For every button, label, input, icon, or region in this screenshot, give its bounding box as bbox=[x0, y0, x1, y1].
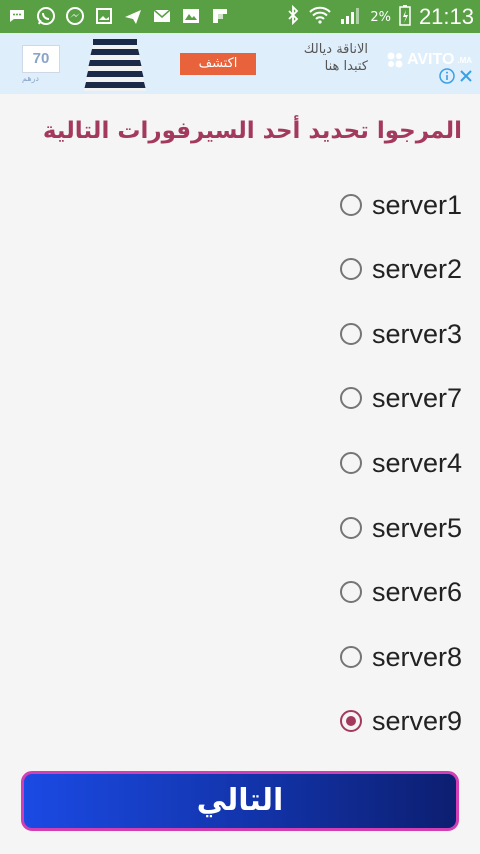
status-bar: 2% 21:13 bbox=[0, 0, 480, 33]
ad-brand-suffix: .MA bbox=[457, 55, 473, 65]
ad-close-icon[interactable] bbox=[458, 68, 474, 88]
radio-label[interactable]: server8 bbox=[372, 642, 462, 673]
radio-server7[interactable]: server7 bbox=[340, 366, 480, 430]
bluetooth-icon bbox=[286, 4, 300, 29]
ad-currency: درهم bbox=[22, 74, 39, 83]
image-icon bbox=[93, 5, 115, 27]
ad-info-icon[interactable] bbox=[439, 68, 455, 88]
radio-button-icon[interactable] bbox=[340, 452, 362, 474]
radio-label[interactable]: server5 bbox=[372, 513, 462, 544]
radio-button-icon[interactable] bbox=[340, 581, 362, 603]
radio-button-icon[interactable] bbox=[340, 387, 362, 409]
radio-label[interactable]: server3 bbox=[372, 319, 462, 350]
radio-label[interactable]: server2 bbox=[372, 254, 462, 285]
messenger-icon bbox=[64, 5, 86, 27]
radio-button-checked-icon[interactable] bbox=[340, 710, 362, 732]
airplane-icon bbox=[122, 5, 144, 27]
gallery-icon bbox=[180, 5, 202, 27]
radio-button-icon[interactable] bbox=[340, 194, 362, 216]
ad-brand-name: AVITO bbox=[407, 51, 455, 68]
radio-label[interactable]: server7 bbox=[372, 383, 462, 414]
avito-logo-icon bbox=[387, 52, 403, 68]
page-title: المرجوا تحديد أحد السيرفورات التالية bbox=[42, 118, 462, 144]
ad-cta-button[interactable]: اكتشف bbox=[180, 53, 256, 75]
next-button[interactable]: التالي bbox=[21, 771, 459, 831]
clock: 21:13 bbox=[418, 4, 474, 29]
flipboard-icon bbox=[209, 5, 231, 27]
battery-icon bbox=[399, 4, 411, 30]
notification-icons bbox=[6, 5, 231, 27]
radio-label[interactable]: server4 bbox=[372, 448, 462, 479]
radio-server2[interactable]: server2 bbox=[340, 237, 480, 301]
message-icon bbox=[6, 5, 28, 27]
radio-server9[interactable]: server9 bbox=[340, 689, 480, 753]
ad-text: الاناقة ديالك كتبدا هنا bbox=[268, 41, 368, 75]
radio-label[interactable]: server1 bbox=[372, 190, 462, 221]
wifi-icon bbox=[308, 5, 332, 29]
system-status: 2% 21:13 bbox=[286, 3, 474, 31]
ad-text-line2: كتبدا هنا bbox=[324, 59, 368, 74]
ad-price: 70 bbox=[22, 45, 60, 73]
radio-server5[interactable]: server5 bbox=[340, 496, 480, 560]
radio-server1[interactable]: server1 bbox=[340, 173, 480, 237]
radio-server6[interactable]: server6 bbox=[340, 560, 480, 624]
ad-text-line1: الاناقة ديالك bbox=[303, 42, 368, 57]
whatsapp-icon bbox=[35, 5, 57, 27]
signal-icon bbox=[340, 5, 362, 29]
radio-button-icon[interactable] bbox=[340, 258, 362, 280]
radio-button-icon[interactable] bbox=[340, 646, 362, 668]
radio-label[interactable]: server6 bbox=[372, 577, 462, 608]
radio-button-icon[interactable] bbox=[340, 517, 362, 539]
ad-product-image bbox=[80, 35, 150, 97]
mail-icon bbox=[151, 5, 173, 27]
radio-server8[interactable]: server8 bbox=[340, 625, 480, 689]
ad-banner[interactable]: 70 درهم اكتشف الاناقة ديالك كتبدا هنا AV… bbox=[0, 33, 480, 94]
radio-server4[interactable]: server4 bbox=[340, 431, 480, 495]
radio-button-icon[interactable] bbox=[340, 323, 362, 345]
ad-brand-logo: AVITO .MA bbox=[386, 51, 472, 69]
radio-label[interactable]: server9 bbox=[372, 706, 462, 737]
radio-server3[interactable]: server3 bbox=[340, 302, 480, 366]
battery-percent: 2% bbox=[370, 9, 391, 25]
